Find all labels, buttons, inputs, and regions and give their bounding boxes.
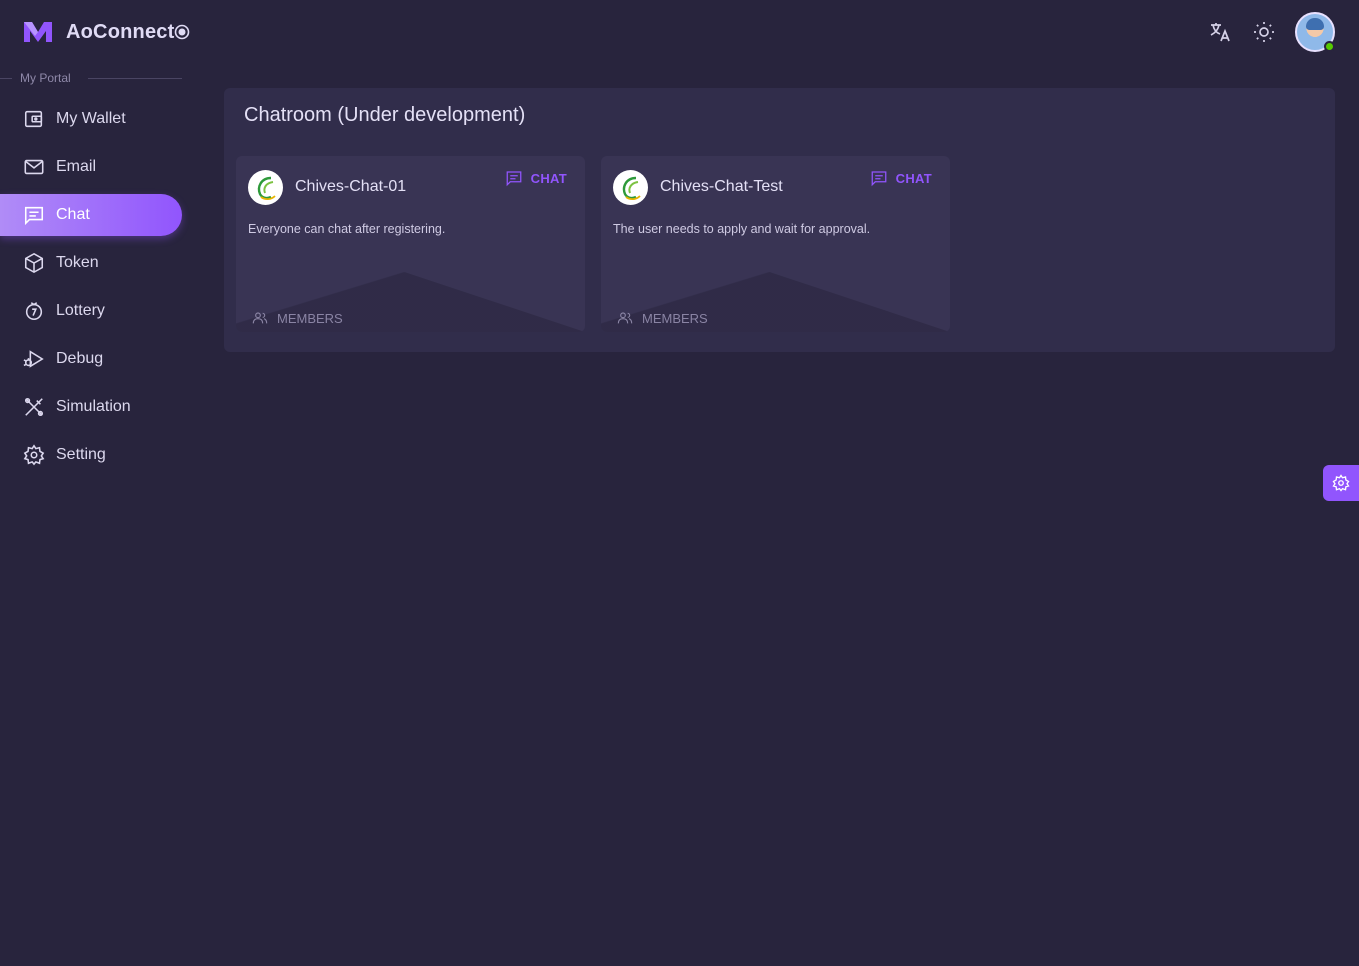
wallet-icon <box>22 107 46 131</box>
section-divider <box>88 78 182 79</box>
sidebar-item-label: My Wallet <box>56 110 126 127</box>
chat-icon <box>506 171 522 187</box>
token-icon <box>22 251 46 275</box>
sidebar-item-simulation[interactable]: Simulation <box>0 386 182 428</box>
avatar-hair <box>1306 18 1324 30</box>
chat-button-label: CHAT <box>530 170 567 186</box>
sidebar-item-label: Chat <box>56 206 90 223</box>
debug-icon <box>22 347 46 371</box>
brightness-icon[interactable] <box>1251 19 1277 45</box>
members-info: MEMBERS <box>617 310 708 326</box>
sidebar-item-label: Debug <box>56 350 104 367</box>
chatroom-avatar <box>613 170 648 205</box>
chat-button[interactable]: CHAT <box>870 169 932 187</box>
chatroom-avatar <box>248 170 283 205</box>
sidebar-item-label: Email <box>56 158 97 175</box>
sidebar-item-token[interactable]: Token <box>0 242 182 284</box>
settings-icon <box>22 443 46 467</box>
members-icon <box>617 312 633 324</box>
brand-name: AoConnect <box>66 20 175 43</box>
app-root: AoConnect My Portal My Wallet Email Chat… <box>0 0 1359 966</box>
members-label: MEMBERS <box>642 310 708 326</box>
sidebar-item-label: Token <box>56 254 99 271</box>
chat-button[interactable]: CHAT <box>505 169 567 187</box>
chives-logo-icon <box>257 176 276 200</box>
customizer-settings-button[interactable] <box>1323 465 1359 501</box>
chives-logo-icon <box>622 176 641 200</box>
section-divider-left <box>0 78 12 79</box>
online-status-badge <box>1324 41 1335 52</box>
chat-icon <box>871 171 887 187</box>
sidebar: AoConnect My Portal My Wallet Email Chat… <box>0 0 200 966</box>
translate-icon[interactable] <box>1207 19 1233 45</box>
settings-icon <box>1332 474 1350 492</box>
lottery-icon <box>22 299 46 323</box>
members-label: MEMBERS <box>277 310 343 326</box>
chatroom-description: Everyone can chat after registering. <box>248 222 446 236</box>
members-icon <box>252 312 268 324</box>
user-avatar[interactable] <box>1295 12 1335 52</box>
section-label: My Portal <box>20 71 71 85</box>
brand[interactable]: AoConnect <box>22 18 190 46</box>
sidebar-nav: My Wallet Email Chat Token Lottery Debug… <box>0 98 182 482</box>
chatroom-name: Chives-Chat-Test <box>660 178 783 195</box>
sidebar-item-my-wallet[interactable]: My Wallet <box>0 98 182 140</box>
chatroom-name: Chives-Chat-01 <box>295 178 407 195</box>
simulation-icon <box>22 395 46 419</box>
brand-dot-icon <box>175 24 190 40</box>
sidebar-item-label: Simulation <box>56 398 131 415</box>
sidebar-item-label: Setting <box>56 446 106 463</box>
sidebar-item-label: Lottery <box>56 302 105 319</box>
brand-logo-icon <box>24 22 52 42</box>
page-title: Chatroom (Under development) <box>244 104 526 126</box>
sidebar-item-chat[interactable]: Chat <box>0 194 182 236</box>
sidebar-item-email[interactable]: Email <box>0 146 182 188</box>
chatroom-panel: Chatroom (Under development) Chives-Chat… <box>224 88 1335 352</box>
chatroom-description: The user needs to apply and wait for app… <box>613 222 871 236</box>
chat-button-label: CHAT <box>895 170 932 186</box>
sidebar-item-setting[interactable]: Setting <box>0 434 182 476</box>
sidebar-item-lottery[interactable]: Lottery <box>0 290 182 332</box>
chatroom-card[interactable]: Chives-Chat-01 CHAT Everyone can chat af… <box>236 156 585 332</box>
chat-icon <box>22 203 46 227</box>
sidebar-item-debug[interactable]: Debug <box>0 338 182 380</box>
topbar-actions <box>1207 12 1335 52</box>
members-info: MEMBERS <box>252 310 343 326</box>
mail-icon <box>22 155 46 179</box>
chatroom-card[interactable]: Chives-Chat-Test CHAT The user needs to … <box>601 156 950 332</box>
